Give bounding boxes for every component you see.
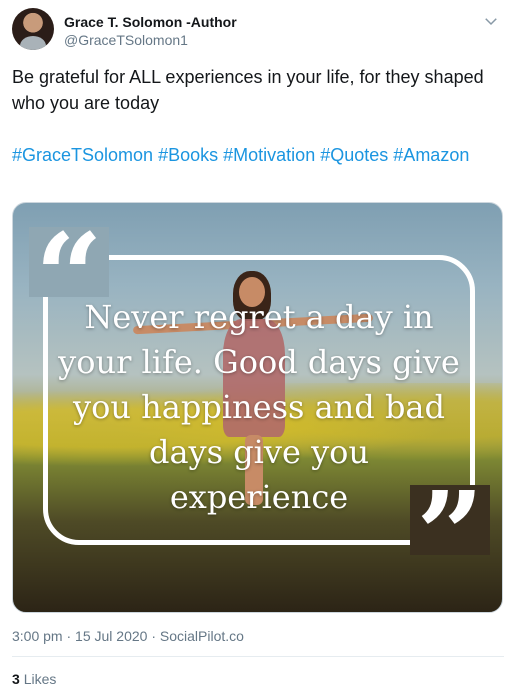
tweet-date[interactable]: 15 Jul 2020 xyxy=(75,628,147,644)
likes-label: Likes xyxy=(23,671,57,687)
tweet-meta: 3:00 pm · 15 Jul 2020 · SocialPilot.co xyxy=(12,628,244,644)
hashtag-link[interactable]: #Amazon xyxy=(393,145,469,165)
chevron-down-icon[interactable] xyxy=(482,12,500,30)
hashtags: #GraceTSolomon #Books #Motivation #Quote… xyxy=(12,142,502,168)
likes-link[interactable]: 3 Likes xyxy=(12,671,56,687)
likes-count: 3 xyxy=(12,671,20,687)
tweet-text: Be grateful for ALL experiences in your … xyxy=(12,64,502,168)
author-info: Grace T. Solomon -Author @GraceTSolomon1 xyxy=(64,14,237,48)
tweet-time[interactable]: 3:00 pm xyxy=(12,628,63,644)
tweet-source[interactable]: SocialPilot.co xyxy=(160,628,244,644)
avatar[interactable] xyxy=(12,8,54,50)
handle[interactable]: @GraceTSolomon1 xyxy=(64,32,237,48)
display-name[interactable]: Grace T. Solomon -Author xyxy=(64,14,237,30)
hashtag-link[interactable]: #Books xyxy=(158,145,218,165)
hashtag-link[interactable]: #GraceTSolomon xyxy=(12,145,153,165)
tweet-body: Be grateful for ALL experiences in your … xyxy=(12,67,484,113)
meta-separator: · xyxy=(151,628,157,644)
divider xyxy=(12,656,504,657)
quote-text: Never regret a day in your life. Good da… xyxy=(58,298,460,516)
tweet-image[interactable]: “ ” Never regret a day in your life. Goo… xyxy=(12,202,503,613)
meta-separator: · xyxy=(66,628,72,644)
open-quote-icon: “ xyxy=(29,227,109,297)
hashtag-link[interactable]: #Quotes xyxy=(320,145,388,165)
hashtag-link[interactable]: #Motivation xyxy=(223,145,315,165)
